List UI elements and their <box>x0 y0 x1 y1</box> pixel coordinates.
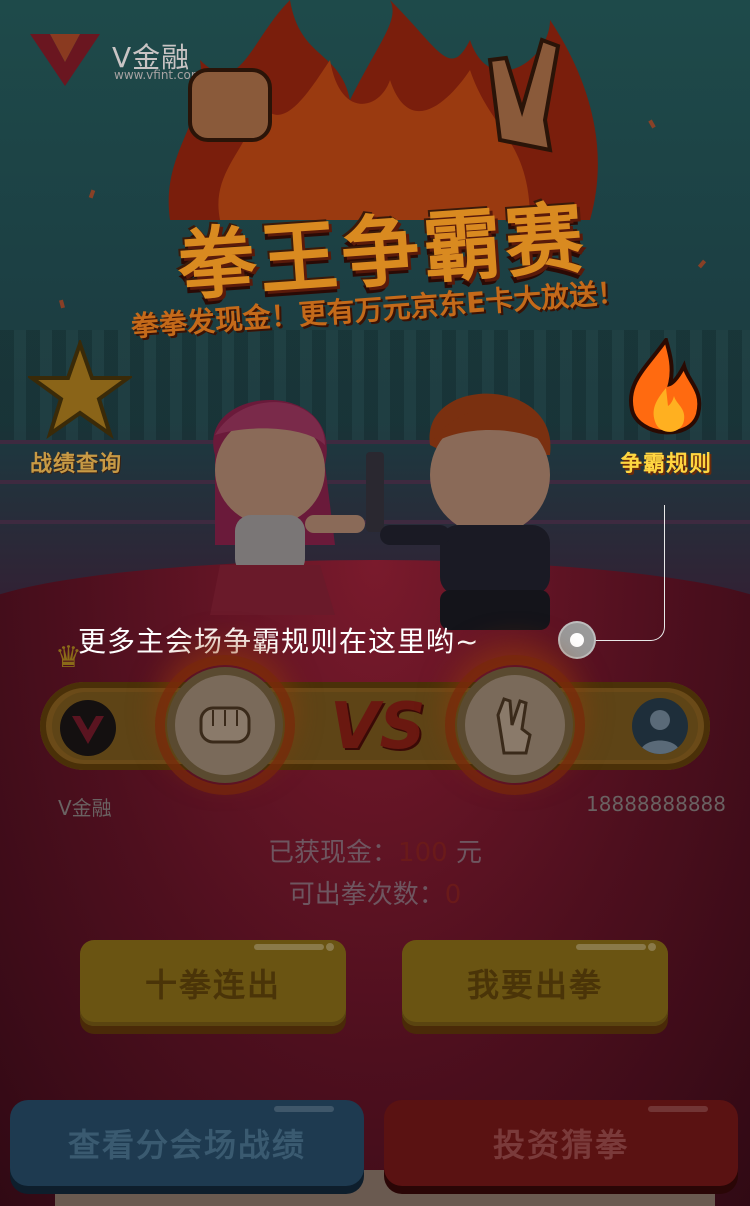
girl-boxer-illustration <box>210 400 365 615</box>
count-label: 可出拳次数： <box>288 880 445 910</box>
callout-dot <box>560 623 594 657</box>
sub-venue-record-button[interactable]: 查看分会场战绩 <box>10 1100 364 1186</box>
spark <box>59 299 65 309</box>
scissors-hand-icon <box>496 697 532 755</box>
callout-line <box>592 505 665 641</box>
v-logo-avatar <box>60 700 116 756</box>
punch-label: 我要出拳 <box>466 966 603 1004</box>
boy-boxer-illustration <box>380 393 551 630</box>
sub-venue-label: 查看分会场战绩 <box>67 1126 306 1164</box>
scissors-choice <box>465 675 565 775</box>
count-value: 0 <box>444 880 462 910</box>
user-avatar <box>632 698 688 754</box>
invest-guess-button[interactable]: 投资猜拳 <box>384 1100 738 1186</box>
invest-label: 投资猜拳 <box>492 1126 629 1164</box>
cash-unit: 元 <box>447 838 482 868</box>
ten-punch-label: 十拳连出 <box>144 966 281 1004</box>
rules-tip-text: 更多主会场争霸规则在这里哟~ <box>78 625 480 658</box>
button-shine <box>648 943 656 951</box>
fist-choice <box>175 675 275 775</box>
user-avatar-icon <box>640 710 680 754</box>
record-query-label: 战绩查询 <box>30 452 123 477</box>
star-icon <box>25 337 135 440</box>
ten-punch-button[interactable]: 十拳连出 <box>80 940 346 1026</box>
brand-logo <box>30 34 100 86</box>
cash-value: 100 <box>398 838 448 868</box>
record-query-button[interactable] <box>25 337 135 444</box>
left-player-name: V金融 <box>58 796 112 820</box>
right-player-name: 18888888888 <box>586 792 726 816</box>
spark <box>648 119 656 129</box>
rules-label[interactable]: 争霸规则 <box>620 446 712 478</box>
button-shine <box>326 943 334 951</box>
fist-icon <box>199 706 251 744</box>
v-logo-icon <box>72 716 104 744</box>
cash-label: 已获现金： <box>268 838 399 868</box>
button-shine <box>254 944 324 950</box>
crown-icon: ♛ <box>55 640 82 675</box>
button-shine <box>576 944 646 950</box>
spark <box>88 189 96 199</box>
button-shine <box>648 1106 708 1112</box>
button-shine <box>274 1106 334 1112</box>
punch-count-stat: 可出拳次数：0 <box>0 874 750 911</box>
punch-button[interactable]: 我要出拳 <box>402 940 668 1026</box>
cash-stat: 已获现金：100 元 <box>0 832 750 869</box>
vs-text: VS <box>330 690 426 764</box>
flame-icon[interactable] <box>626 338 704 442</box>
spark <box>697 259 707 269</box>
